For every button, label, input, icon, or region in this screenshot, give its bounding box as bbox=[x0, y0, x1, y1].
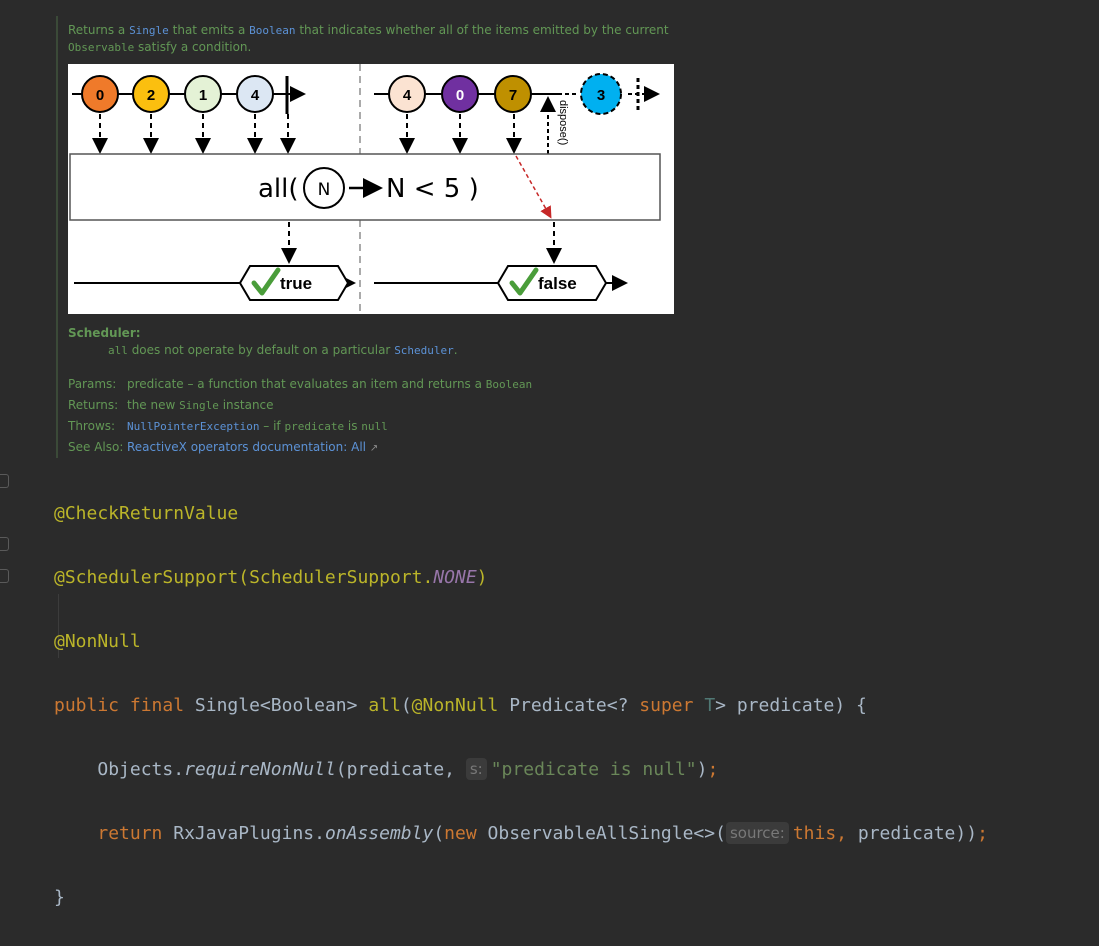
marble-label: 4 bbox=[403, 87, 412, 104]
npe-link[interactable]: NullPointerException bbox=[127, 420, 259, 433]
gutter-marker-icon[interactable] bbox=[0, 537, 9, 551]
operator-prefix: all( bbox=[258, 174, 299, 204]
dispose-label: dispose() bbox=[557, 100, 569, 145]
reactivex-docs-link[interactable]: ReactiveX operators documentation: All bbox=[127, 440, 366, 454]
code-line: return RxJavaPlugins.onAssembly(new Obse… bbox=[97, 822, 988, 844]
boolean-link[interactable]: Boolean bbox=[249, 24, 295, 37]
code-line: Objects.requireNonNull(predicate, s: "pre… bbox=[97, 758, 719, 780]
external-link-icon: ↗ bbox=[369, 443, 379, 454]
operator-suffix: N < 5 ) bbox=[386, 174, 479, 204]
javadoc-popup: Returns a Single that emits a Boolean th… bbox=[56, 16, 1098, 458]
seealso-row: See Also: ReactiveX operators documentati… bbox=[68, 440, 379, 454]
marble-label: 0 bbox=[96, 87, 104, 104]
scheduler-link[interactable]: Scheduler bbox=[394, 344, 454, 357]
marble-label: 0 bbox=[456, 87, 464, 104]
code-line: } bbox=[54, 887, 65, 908]
param-hint: source: bbox=[725, 822, 789, 844]
code-line: @NonNull bbox=[54, 631, 141, 652]
doc-tags: Params: predicate – a function that evalu… bbox=[68, 374, 532, 458]
single-link[interactable]: Single bbox=[129, 24, 169, 37]
doc-description: Returns a Single that emits a Boolean th… bbox=[68, 23, 669, 54]
code-line: @CheckReturnValue bbox=[54, 503, 239, 524]
marble-label: 1 bbox=[199, 87, 207, 104]
params-row: Params: predicate – a function that evalu… bbox=[68, 377, 533, 391]
returns-row: Returns: the new Single instance bbox=[68, 398, 274, 412]
result-false: false bbox=[538, 274, 577, 293]
param-hint: s: bbox=[465, 758, 487, 780]
marble-label: 7 bbox=[509, 87, 517, 104]
marble-label: 2 bbox=[147, 87, 155, 104]
code-editor[interactable]: @CheckReturnValue @SchedulerSupport(Sche… bbox=[54, 466, 988, 946]
scheduler-description: all does not operate by default on a par… bbox=[108, 343, 458, 357]
marble-label: 3 bbox=[597, 87, 605, 104]
operator-var: N bbox=[318, 180, 331, 200]
gutter-marker-icon[interactable] bbox=[0, 474, 9, 488]
throws-row: Throws: NullPointerException – if predica… bbox=[68, 419, 388, 433]
result-true: true bbox=[280, 274, 312, 293]
gutter-marker-icon[interactable] bbox=[0, 569, 9, 583]
marble-diagram: 0 2 1 4 4 0 7 3 dispose() all( N N < 5 ) bbox=[68, 64, 674, 314]
marble-label: 4 bbox=[251, 87, 260, 104]
code-line: @SchedulerSupport(SchedulerSupport.NONE) bbox=[54, 567, 488, 588]
scheduler-title: Scheduler: bbox=[68, 326, 141, 340]
code-line: public final Single<Boolean> all(@NonNul… bbox=[54, 695, 867, 716]
